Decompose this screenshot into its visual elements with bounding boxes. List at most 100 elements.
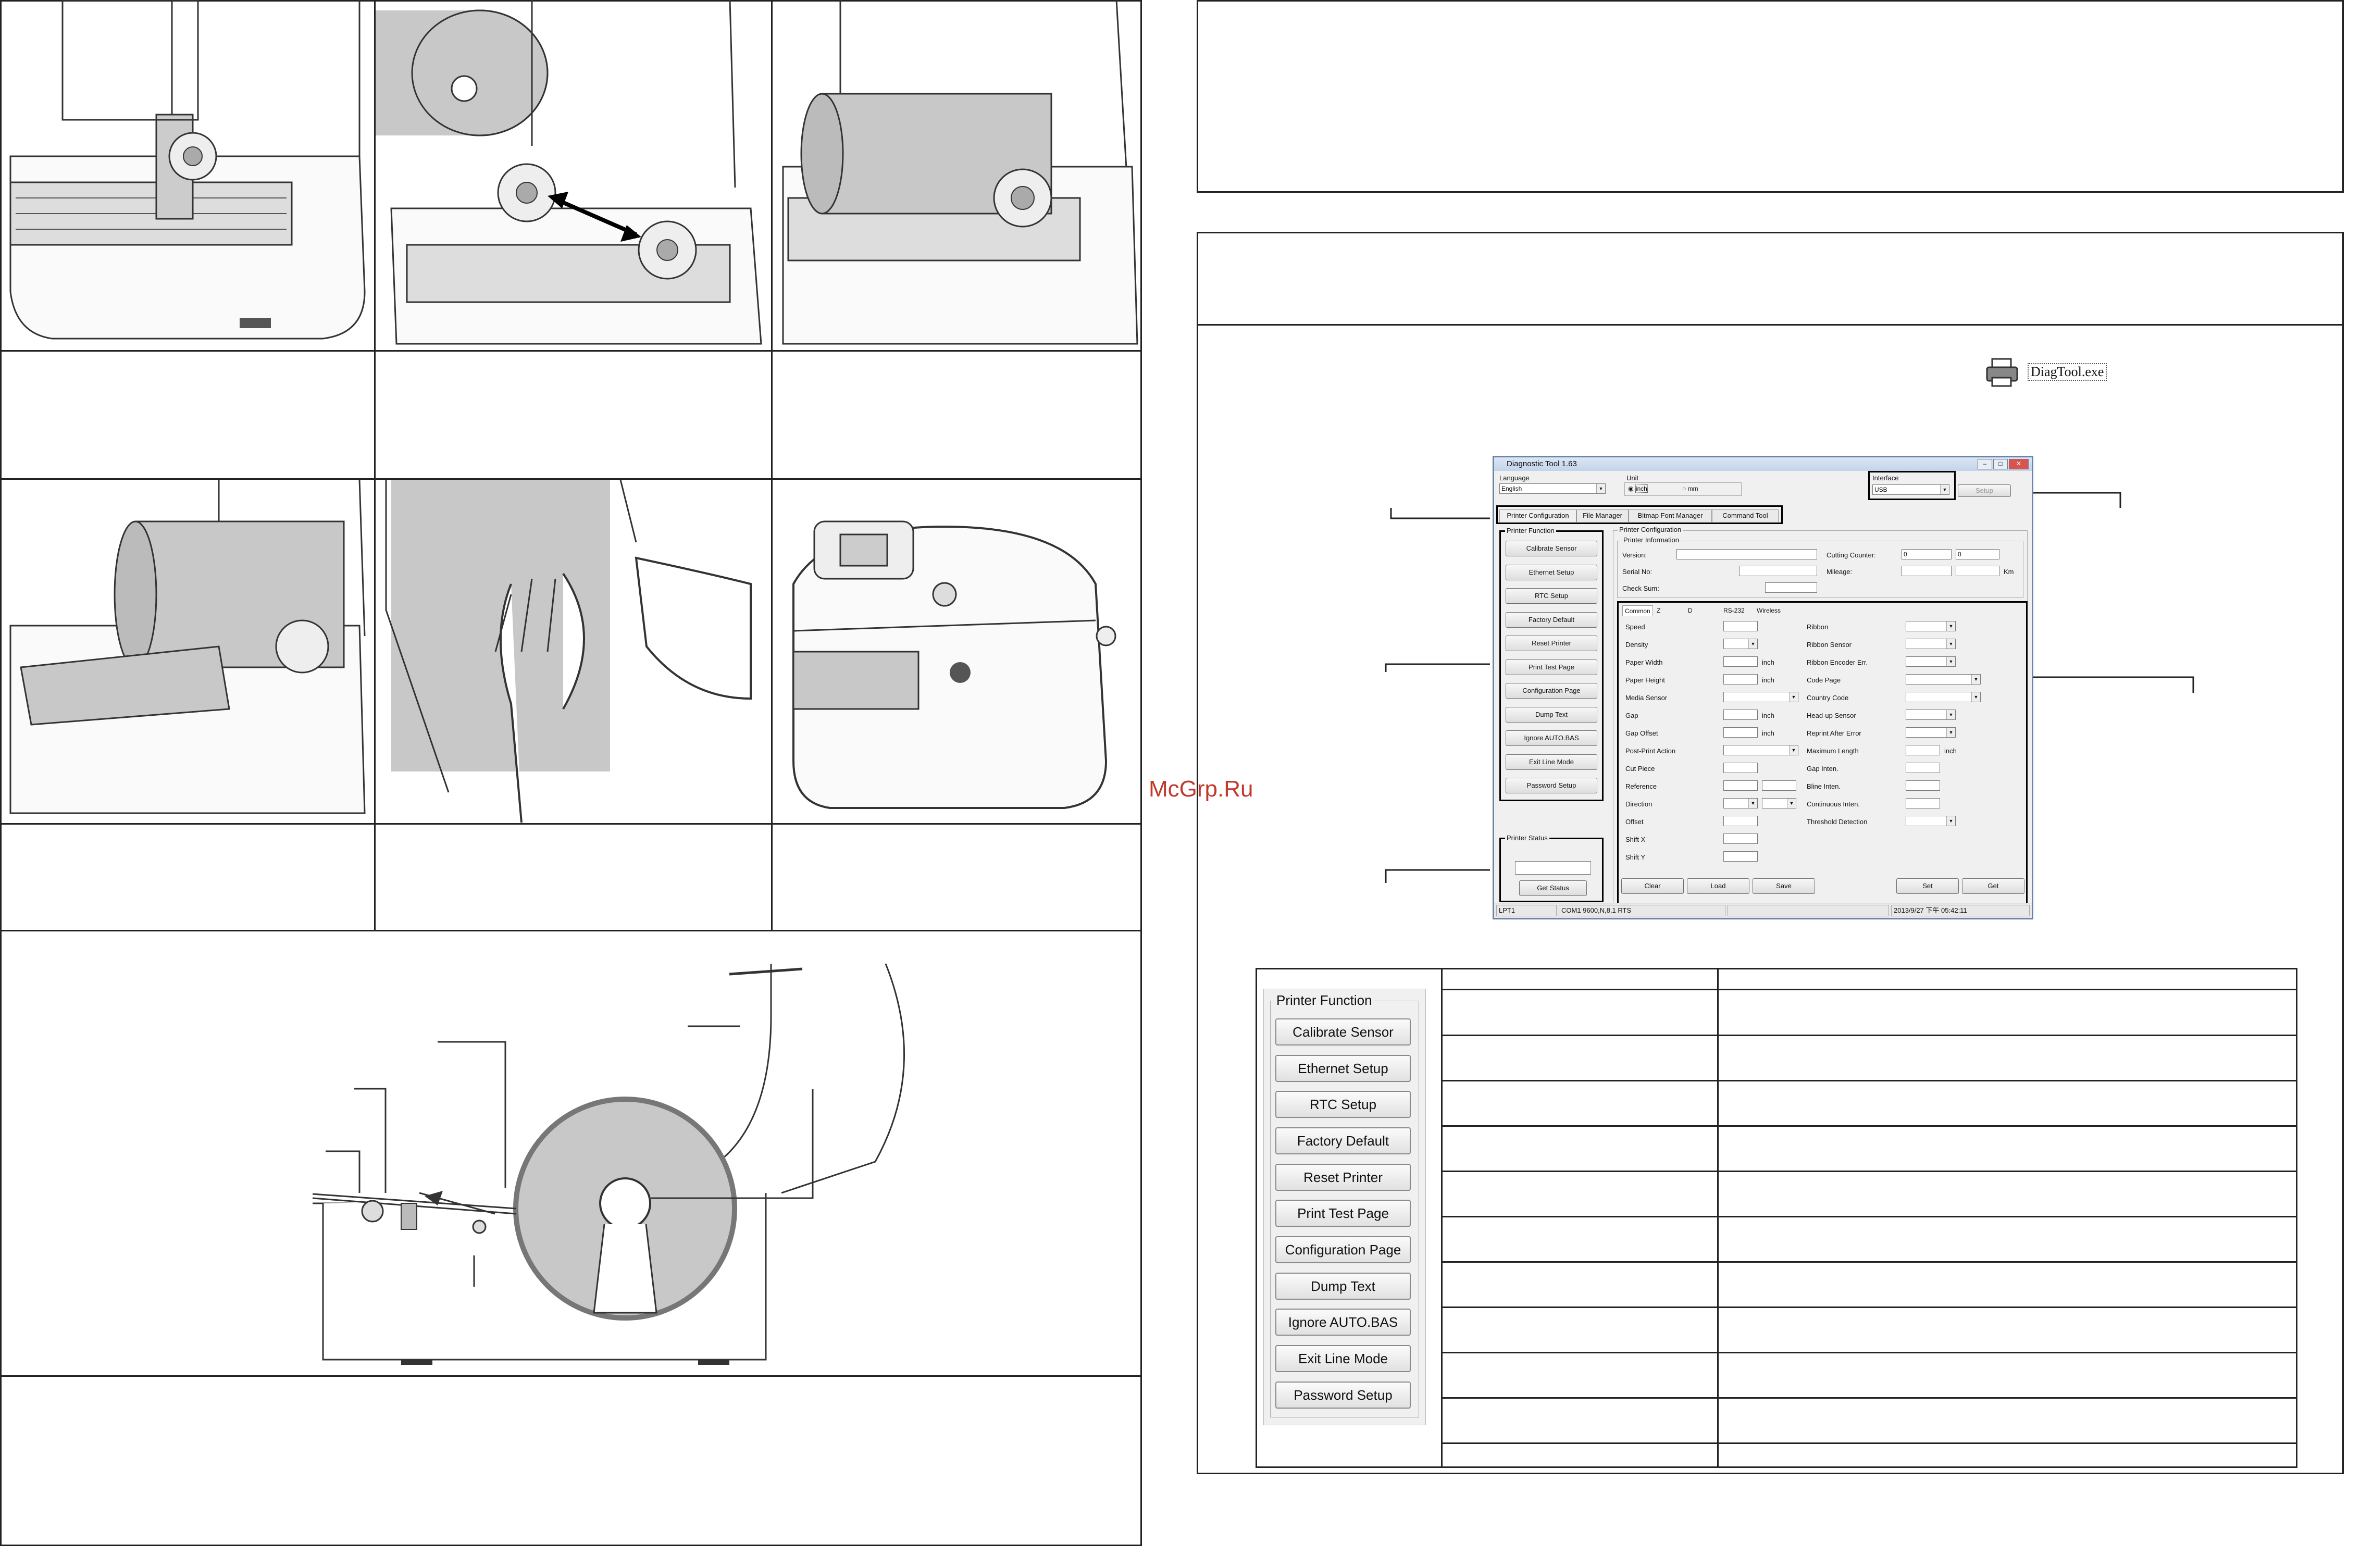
panel-exit-line-mode-button[interactable]: Exit Line Mode: [1275, 1345, 1411, 1372]
set-button[interactable]: Set: [1896, 878, 1959, 894]
minimize-button[interactable]: –: [1978, 459, 1992, 469]
dump-text-button[interactable]: Dump Text: [1506, 707, 1597, 723]
diag-tool-exe-icon[interactable]: DiagTool.exe: [1985, 357, 2141, 388]
subtab-rs232[interactable]: RS-232: [1723, 605, 1745, 616]
panel-print-test-page-button[interactable]: Print Test Page: [1275, 1200, 1411, 1227]
panel-configuration-page-button[interactable]: Configuration Page: [1275, 1236, 1411, 1263]
gap-inten-field[interactable]: [1906, 763, 1940, 773]
gap-inten-label: Gap Inten.: [1807, 765, 1838, 773]
interface-select[interactable]: USB ▼: [1872, 484, 1949, 495]
continuous-inten-label: Continuous Inten.: [1807, 800, 1860, 808]
ribbon-sensor-select[interactable]: ▼: [1906, 639, 1956, 649]
exit-line-mode-button[interactable]: Exit Line Mode: [1506, 754, 1597, 770]
reset-printer-button[interactable]: Reset Printer: [1506, 636, 1597, 651]
ribbon-select[interactable]: ▼: [1906, 621, 1956, 631]
roll-loading-illustration: [376, 0, 762, 345]
table-row: [1441, 1080, 2297, 1081]
get-status-button[interactable]: Get Status: [1519, 880, 1587, 896]
chevron-down-icon: ▼: [1946, 816, 1955, 826]
language-value: English: [1501, 485, 1522, 492]
direction-select-1[interactable]: ▼: [1723, 798, 1758, 808]
printer-function-title: Printer Function: [1505, 527, 1556, 534]
table-row: [1441, 1216, 2297, 1217]
chevron-down-icon: ▼: [1971, 675, 1980, 684]
panel-reset-printer-button[interactable]: Reset Printer: [1275, 1164, 1411, 1191]
calibrate-sensor-button[interactable]: Calibrate Sensor: [1506, 541, 1597, 556]
rtc-setup-button[interactable]: RTC Setup: [1506, 588, 1597, 604]
panel-rtc-setup-button[interactable]: RTC Setup: [1275, 1091, 1411, 1118]
tab-file-manager[interactable]: File Manager: [1576, 509, 1629, 522]
print-test-page-button[interactable]: Print Test Page: [1506, 659, 1597, 675]
panel-ignore-auto-bas-button[interactable]: Ignore AUTO.BAS: [1275, 1309, 1411, 1336]
panel-ethernet-setup-button[interactable]: Ethernet Setup: [1275, 1055, 1411, 1082]
cutting-counter-field-2[interactable]: 0: [1956, 549, 1999, 559]
table-row: [1441, 1035, 2297, 1036]
mileage-field-1[interactable]: [1902, 566, 1952, 576]
country-code-select[interactable]: ▼: [1906, 692, 1981, 702]
speed-field[interactable]: [1723, 621, 1758, 631]
subtab-wireless[interactable]: Wireless: [1757, 605, 1781, 616]
mileage-field-2[interactable]: [1956, 566, 1999, 576]
shift-y-field[interactable]: [1723, 851, 1758, 862]
unit-mm-radio[interactable]: ○ mm: [1682, 485, 1698, 492]
reference-y-field[interactable]: [1762, 780, 1796, 791]
cut-piece-field[interactable]: [1723, 763, 1758, 773]
version-field[interactable]: [1676, 549, 1817, 559]
post-print-action-select[interactable]: ▼: [1723, 745, 1798, 755]
code-page-select[interactable]: ▼: [1906, 674, 1981, 685]
gap-field[interactable]: [1723, 710, 1758, 720]
reference-x-field[interactable]: [1723, 780, 1758, 791]
printer-status-title: Printer Status: [1505, 834, 1549, 842]
subtab-d[interactable]: D: [1688, 605, 1693, 616]
ignore-auto-bas-button[interactable]: Ignore AUTO.BAS: [1506, 730, 1597, 746]
factory-default-button[interactable]: Factory Default: [1506, 612, 1597, 628]
ribbon-encoder-select[interactable]: ▼: [1906, 656, 1956, 667]
subtab-z[interactable]: Z: [1657, 605, 1660, 616]
gap-offset-label: Gap Offset: [1625, 729, 1658, 737]
table-col-divider: [1717, 968, 1719, 1468]
get-button[interactable]: Get: [1962, 878, 2024, 894]
panel-dump-text-button[interactable]: Dump Text: [1275, 1273, 1411, 1300]
maximum-length-field[interactable]: [1906, 745, 1940, 755]
reprint-after-error-select[interactable]: ▼: [1906, 727, 1956, 738]
tab-printer-configuration[interactable]: Printer Configuration: [1499, 509, 1576, 522]
subtab-common[interactable]: Common: [1622, 605, 1653, 616]
tab-command-tool[interactable]: Command Tool: [1712, 509, 1779, 522]
paper-height-unit: inch: [1762, 676, 1774, 684]
speed-label: Speed: [1625, 623, 1645, 631]
cutting-counter-field-1[interactable]: 0: [1902, 549, 1952, 559]
serial-field[interactable]: [1739, 566, 1817, 576]
head-up-sensor-select[interactable]: ▼: [1906, 710, 1956, 720]
load-button[interactable]: Load: [1687, 878, 1749, 894]
language-select[interactable]: English ▼: [1499, 483, 1606, 494]
setup-button[interactable]: Setup: [1958, 484, 2011, 497]
save-button[interactable]: Save: [1753, 878, 1815, 894]
shift-x-field[interactable]: [1723, 833, 1758, 844]
paper-height-field[interactable]: [1723, 674, 1758, 685]
shift-y-label: Shift Y: [1625, 853, 1646, 861]
maximize-button[interactable]: □: [1993, 459, 2008, 469]
panel-factory-default-button[interactable]: Factory Default: [1275, 1127, 1411, 1154]
ribbon-sensor-label: Ribbon Sensor: [1807, 641, 1852, 649]
checksum-field[interactable]: [1765, 582, 1817, 593]
password-setup-button[interactable]: Password Setup: [1506, 778, 1597, 793]
bline-inten-field[interactable]: [1906, 780, 1940, 791]
table-row: [1441, 1442, 2297, 1444]
unit-inch-radio[interactable]: ◉ inch: [1628, 484, 1648, 493]
threshold-detection-select[interactable]: ▼: [1906, 816, 1956, 826]
paper-width-field[interactable]: [1723, 656, 1758, 667]
continuous-inten-field[interactable]: [1906, 798, 1940, 808]
ethernet-setup-button[interactable]: Ethernet Setup: [1506, 565, 1597, 580]
density-select[interactable]: ▼: [1723, 639, 1758, 649]
configuration-page-button[interactable]: Configuration Page: [1506, 683, 1597, 699]
direction-select-2[interactable]: ▼: [1762, 798, 1796, 808]
media-sensor-select[interactable]: ▼: [1723, 692, 1798, 702]
clear-button[interactable]: Clear: [1621, 878, 1684, 894]
chevron-down-icon: ▼: [1787, 799, 1796, 808]
panel-password-setup-button[interactable]: Password Setup: [1275, 1382, 1411, 1409]
panel-calibrate-sensor-button[interactable]: Calibrate Sensor: [1275, 1018, 1411, 1046]
close-button[interactable]: ✕: [2009, 459, 2029, 469]
tab-bitmap-font-manager[interactable]: Bitmap Font Manager: [1629, 509, 1712, 522]
offset-field[interactable]: [1723, 816, 1758, 826]
gap-offset-field[interactable]: [1723, 727, 1758, 738]
